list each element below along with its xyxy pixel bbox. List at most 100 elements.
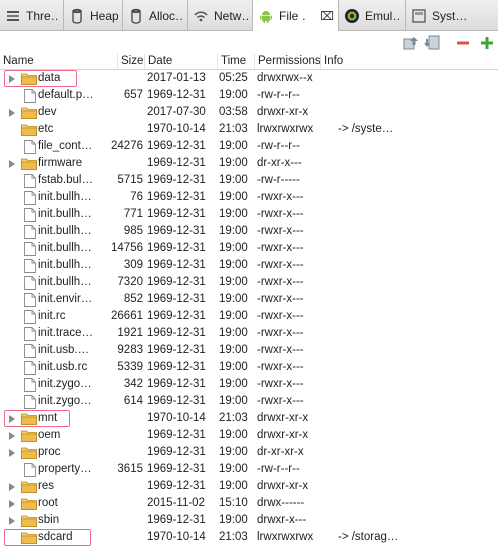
time-cell: 19:00 <box>219 276 248 288</box>
android-icon <box>258 8 274 24</box>
file-name: property… <box>38 463 92 475</box>
header-name[interactable]: Name <box>0 54 118 70</box>
file-row-init-bullh-[interactable]: init.bullh… 771 1969-12-31 19:00 -rwxr-x--- <box>0 206 498 223</box>
tab-file-explorer[interactable]: File … ⌧ <box>253 0 339 32</box>
file-row-firmware[interactable]: firmware 1969-12-31 19:00 dr-xr-x--- <box>0 155 498 172</box>
permissions-cell: -rwxr-x--- <box>257 378 304 390</box>
folder-icon <box>21 429 37 444</box>
date-cell: 2017-07-30 <box>147 106 206 118</box>
size-cell: 7320 <box>117 276 143 288</box>
expand-arrow-icon[interactable] <box>9 500 15 508</box>
file-name: proc <box>38 446 61 458</box>
tab-network[interactable]: Netw… <box>188 0 253 31</box>
file-row-fstab-bul-[interactable]: fstab.bul… 5715 1969-12-31 19:00 -rw-r----- <box>0 172 498 189</box>
file-row-file-cont-[interactable]: file_cont… 24276 1969-12-31 19:00 -rw-r--r-- <box>0 138 498 155</box>
date-cell: 1970-10-14 <box>147 531 206 543</box>
file-row-init-bullh-[interactable]: init.bullh… 985 1969-12-31 19:00 -rwxr-x--- <box>0 223 498 240</box>
file-name: init.trace… <box>38 327 93 339</box>
file-row-etc[interactable]: etc 1970-10-14 21:03 lrwxrwxrwx -> /syste… <box>0 121 498 138</box>
size-cell <box>100 121 143 138</box>
file-row-init-bullh-[interactable]: init.bullh… 309 1969-12-31 19:00 -rwxr-x--- <box>0 257 498 274</box>
delete-minus-icon[interactable] <box>454 34 472 52</box>
time-cell: 19:00 <box>219 174 248 186</box>
file-name: init.bullh… <box>38 191 92 203</box>
size-cell: 5715 <box>117 174 143 186</box>
time-cell: 19:00 <box>219 140 248 152</box>
file-row-init-trace-[interactable]: init.trace… 1921 1969-12-31 19:00 -rwxr-x--- <box>0 325 498 342</box>
tab-heap[interactable]: Heap <box>64 0 123 31</box>
file-name: file_cont… <box>38 140 93 152</box>
tab-allocation[interactable]: Alloc… <box>123 0 188 31</box>
file-row-default-p-[interactable]: default.p… 657 1969-12-31 19:00 -rw-r--r-- <box>0 87 498 104</box>
file-row-property-[interactable]: property… 3615 1969-12-31 19:00 -rw-r--r-- <box>0 461 498 478</box>
pull-file-icon[interactable] <box>402 34 420 52</box>
file-row-init-envir-[interactable]: init.envir… 852 1969-12-31 19:00 -rwxr-x--- <box>0 291 498 308</box>
network-icon <box>193 8 209 24</box>
heap-icon <box>69 8 85 24</box>
time-cell: 19:00 <box>219 463 248 475</box>
size-cell <box>100 155 143 172</box>
info-cell <box>338 138 498 155</box>
header-size[interactable]: Size <box>118 54 145 70</box>
file-row-init-zygo-[interactable]: init.zygo… 614 1969-12-31 19:00 -rwxr-x--- <box>0 393 498 410</box>
file-row-data[interactable]: data 2017-01-13 05:25 drwxrwx--x <box>0 70 498 87</box>
size-cell: 3615 <box>117 463 143 475</box>
info-cell <box>338 104 498 121</box>
header-date[interactable]: Date <box>145 54 218 70</box>
file-icon <box>24 89 36 104</box>
file-row-root[interactable]: root 2015-11-02 15:10 drwx------ <box>0 495 498 512</box>
expand-arrow-icon[interactable] <box>9 160 15 168</box>
file-name: init.zygo… <box>38 378 92 390</box>
header-time[interactable]: Time <box>218 54 255 70</box>
file-icon <box>24 208 36 223</box>
file-name: root <box>38 497 58 509</box>
system-icon <box>411 8 427 24</box>
push-file-icon[interactable] <box>423 34 441 52</box>
expand-arrow-icon[interactable] <box>9 517 15 525</box>
header-info[interactable]: Info <box>321 54 498 70</box>
emulator-icon <box>344 8 360 24</box>
permissions-cell: -rwxr-x--- <box>257 310 304 322</box>
file-row-res[interactable]: res 1969-12-31 19:00 drwxr-xr-x <box>0 478 498 495</box>
tab-label: Alloc… <box>149 8 183 23</box>
file-row-mnt[interactable]: mnt 1970-10-14 21:03 drwxr-xr-x <box>0 410 498 427</box>
permissions-cell: lrwxrwxrwx <box>257 531 314 543</box>
file-row-init-bullh-[interactable]: init.bullh… 14756 1969-12-31 19:00 -rwxr-x--… <box>0 240 498 257</box>
header-permissions[interactable]: Permissions <box>255 54 321 70</box>
date-cell: 1969-12-31 <box>147 361 206 373</box>
tab-label: Thre… <box>26 8 59 23</box>
tab-system[interactable]: Syst… <box>406 0 498 31</box>
time-cell: 19:00 <box>219 191 248 203</box>
info-cell <box>338 223 498 240</box>
file-row-sdcard[interactable]: sdcard 1970-10-14 21:03 lrwxrwxrwx -> /stora… <box>0 529 498 546</box>
file-row-init-rc[interactable]: init.rc 26661 1969-12-31 19:00 -rwxr-x--- <box>0 308 498 325</box>
date-cell: 1969-12-31 <box>147 140 206 152</box>
file-row-init-zygo-[interactable]: init.zygo… 342 1969-12-31 19:00 -rwxr-x--- <box>0 376 498 393</box>
close-icon[interactable]: ⌧ <box>320 9 334 23</box>
expand-arrow-icon[interactable] <box>9 432 15 440</box>
expand-arrow-icon[interactable] <box>9 483 15 491</box>
permissions-cell: dr-xr-x--- <box>257 157 302 169</box>
info-cell <box>338 512 498 529</box>
file-name: init.usb.rc <box>38 361 88 373</box>
new-folder-plus-icon[interactable] <box>478 34 496 52</box>
tab-threads[interactable]: Thre… <box>0 0 64 31</box>
threads-icon <box>5 8 21 24</box>
file-row-init-bullh-[interactable]: init.bullh… 76 1969-12-31 19:00 -rwxr-x--- <box>0 189 498 206</box>
file-row-dev[interactable]: dev 2017-07-30 03:58 drwxr-xr-x <box>0 104 498 121</box>
file-row-proc[interactable]: proc 1969-12-31 19:00 dr-xr-xr-x <box>0 444 498 461</box>
expand-arrow-icon[interactable] <box>9 109 15 117</box>
file-row-init-usb-rc[interactable]: init.usb.rc 5339 1969-12-31 19:00 -rwxr-x--- <box>0 359 498 376</box>
info-cell <box>338 444 498 461</box>
file-row-oem[interactable]: oem 1969-12-31 19:00 drwxr-xr-x <box>0 427 498 444</box>
file-row-init-bullh-[interactable]: init.bullh… 7320 1969-12-31 19:00 -rwxr-x--- <box>0 274 498 291</box>
info-cell <box>338 257 498 274</box>
file-name: fstab.bul… <box>38 174 93 186</box>
tab-bar: Thre… Heap Alloc… Netw… File … ⌧ Emul… <box>0 0 498 32</box>
file-row-init-usb-[interactable]: init.usb.… 9283 1969-12-31 19:00 -rwxr-x--- <box>0 342 498 359</box>
file-row-sbin[interactable]: sbin 1969-12-31 19:00 drwxr-x--- <box>0 512 498 529</box>
time-cell: 21:03 <box>219 412 248 424</box>
tab-emulator[interactable]: Emul… <box>339 0 406 31</box>
size-cell: 985 <box>123 225 143 237</box>
expand-arrow-icon[interactable] <box>9 449 15 457</box>
